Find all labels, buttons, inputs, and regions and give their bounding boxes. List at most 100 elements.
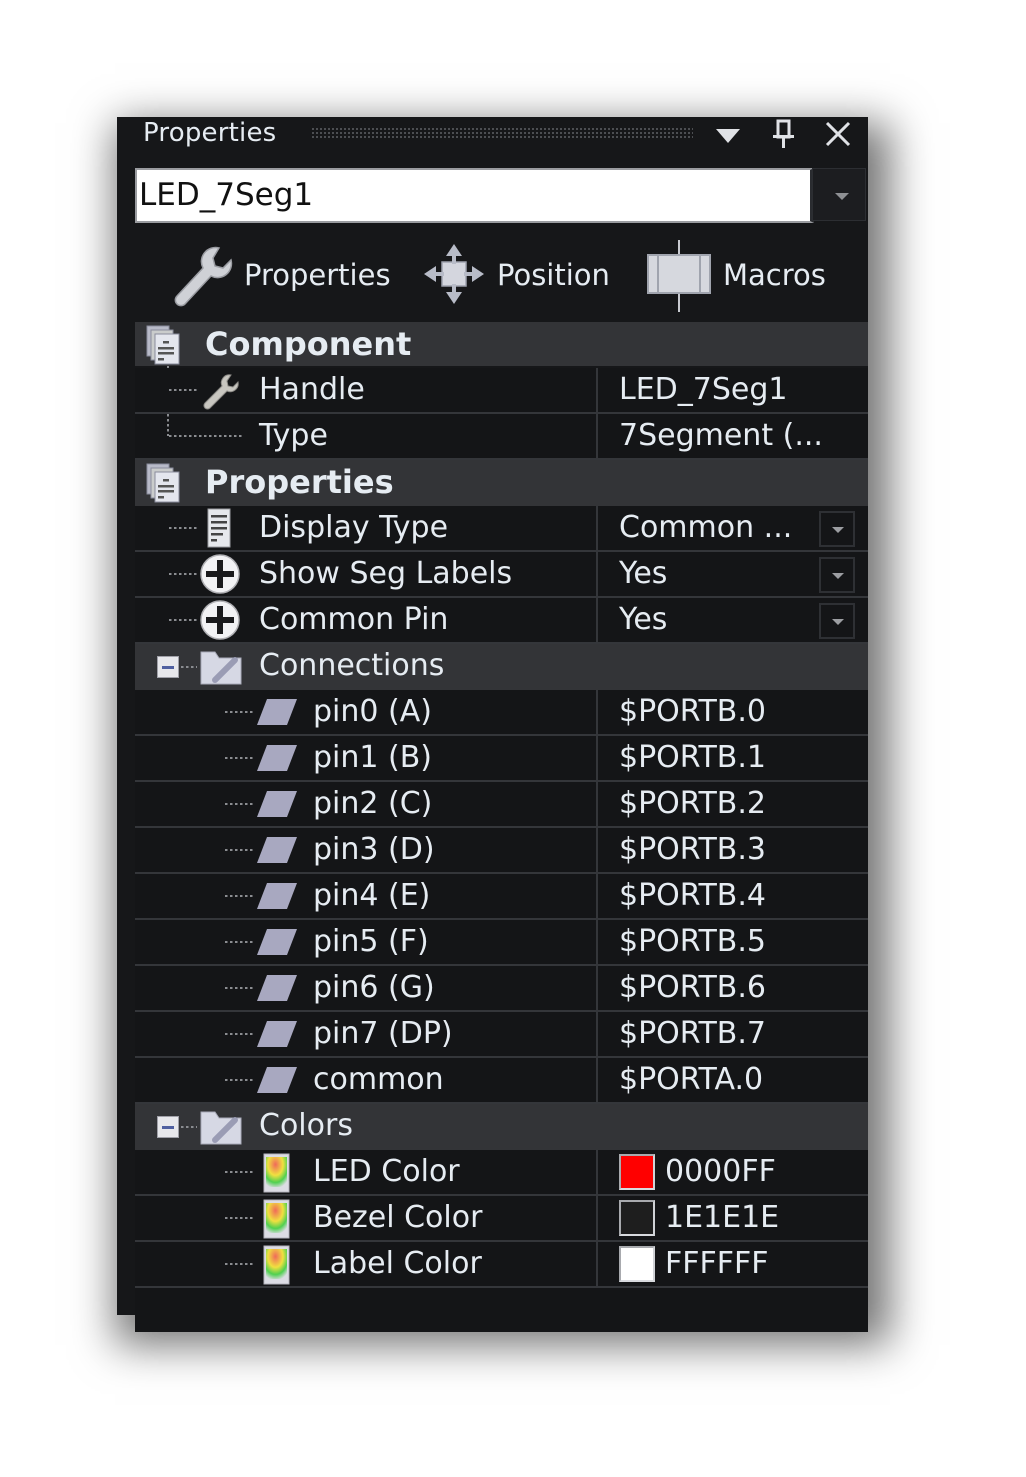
connection-row[interactable]: pin4 (E) $PORTB.4 xyxy=(135,874,868,920)
tree-line xyxy=(169,527,197,529)
close-button[interactable] xyxy=(821,117,855,151)
drag-grip[interactable] xyxy=(311,127,693,139)
tree-line xyxy=(167,414,169,436)
color-palette-icon xyxy=(263,1199,290,1239)
pin-icon xyxy=(773,119,794,148)
tab-position[interactable]: Position xyxy=(423,232,623,320)
category-label: Properties xyxy=(205,463,394,501)
property-value[interactable]: $PORTB.4 xyxy=(619,874,766,918)
category-connections[interactable]: Connections xyxy=(135,644,868,690)
component-selector-dropdown[interactable] xyxy=(812,168,866,221)
property-value[interactable]: FFFFFF xyxy=(665,1242,769,1286)
folder-wrench-icon xyxy=(200,651,242,685)
display-type-dropdown[interactable] xyxy=(819,511,855,547)
column-divider xyxy=(596,1150,598,1194)
property-name: Bezel Color xyxy=(313,1200,483,1235)
chevron-down-icon xyxy=(832,619,844,625)
chevron-down-icon xyxy=(835,193,849,200)
column-divider xyxy=(596,414,598,458)
property-value[interactable]: $PORTB.0 xyxy=(619,690,766,734)
property-name: pin4 (E) xyxy=(313,878,431,913)
tree-line xyxy=(169,389,197,391)
color-swatch[interactable] xyxy=(619,1200,655,1236)
pin-button[interactable] xyxy=(767,117,801,151)
category-properties[interactable]: Properties xyxy=(135,460,868,506)
connection-row[interactable]: pin0 (A) $PORTB.0 xyxy=(135,690,868,736)
property-value[interactable]: $PORTB.1 xyxy=(619,736,766,780)
empty-grid-area xyxy=(135,1288,868,1332)
property-name: Type xyxy=(259,418,328,453)
property-value[interactable]: Yes xyxy=(619,552,667,596)
property-value[interactable]: $PORTB.6 xyxy=(619,966,766,1010)
property-value[interactable]: $PORTB.7 xyxy=(619,1012,766,1056)
connection-row[interactable]: pin3 (D) $PORTB.3 xyxy=(135,828,868,874)
common-pin-dropdown[interactable] xyxy=(819,603,855,639)
color-swatch[interactable] xyxy=(619,1154,655,1190)
folder-wrench-icon xyxy=(200,1111,242,1145)
property-name: pin3 (D) xyxy=(313,832,435,867)
tab-properties[interactable]: Properties xyxy=(169,232,399,320)
property-row-handle[interactable]: Handle LED_7Seg1 xyxy=(135,368,868,414)
tree-line xyxy=(225,711,253,713)
tree-line xyxy=(181,666,197,668)
property-value[interactable]: 0000FF xyxy=(665,1150,776,1194)
property-name: pin2 (C) xyxy=(313,786,433,821)
column-divider xyxy=(596,1196,598,1240)
property-value[interactable]: 7Segment (... xyxy=(619,414,823,458)
property-value[interactable]: $PORTB.5 xyxy=(619,920,766,964)
column-divider xyxy=(596,552,598,596)
column-divider xyxy=(596,828,598,872)
properties-panel: Properties LED_7Seg1 Properties Position… xyxy=(117,117,868,1332)
connection-row[interactable]: pin6 (G) $PORTB.6 xyxy=(135,966,868,1012)
dropdown-arrow-icon xyxy=(716,129,740,143)
color-palette-icon xyxy=(263,1153,290,1193)
property-name: pin6 (G) xyxy=(313,970,435,1005)
color-row[interactable]: LED Color 0000FF xyxy=(135,1150,868,1196)
column-divider xyxy=(596,506,598,550)
panel-menu-button[interactable] xyxy=(711,117,745,151)
color-row[interactable]: Label Color FFFFFF xyxy=(135,1242,868,1288)
connection-row[interactable]: pin7 (DP) $PORTB.7 xyxy=(135,1012,868,1058)
property-row-display-type[interactable]: Display Type Common ... xyxy=(135,506,868,552)
property-value[interactable]: $PORTB.2 xyxy=(619,782,766,826)
property-row-type[interactable]: Type 7Segment (... xyxy=(135,414,868,460)
category-component[interactable]: Component xyxy=(135,322,868,366)
collapse-colors-button[interactable] xyxy=(157,1116,179,1138)
tree-line xyxy=(225,1263,253,1265)
show-seg-labels-dropdown[interactable] xyxy=(819,557,855,593)
collapse-connections-button[interactable] xyxy=(157,656,179,678)
property-row-show-seg-labels[interactable]: Show Seg Labels Yes xyxy=(135,552,868,598)
column-divider xyxy=(596,1058,598,1102)
property-value[interactable]: $PORTA.0 xyxy=(619,1058,763,1102)
tab-properties-label: Properties xyxy=(244,258,391,292)
chevron-down-icon xyxy=(832,527,844,533)
macro-panel-icon xyxy=(647,240,711,312)
tree-line xyxy=(225,941,253,943)
pin-connector-icon xyxy=(257,883,297,909)
color-swatch[interactable] xyxy=(619,1246,655,1282)
component-selector xyxy=(135,168,868,223)
tree-line xyxy=(225,849,253,851)
connection-row[interactable]: common $PORTA.0 xyxy=(135,1058,868,1104)
tab-macros[interactable]: Macros xyxy=(645,232,855,320)
property-value[interactable]: Common ... xyxy=(619,506,792,550)
connection-row[interactable]: pin2 (C) $PORTB.2 xyxy=(135,782,868,828)
connection-row[interactable]: pin5 (F) $PORTB.5 xyxy=(135,920,868,966)
category-colors[interactable]: Colors xyxy=(135,1104,868,1150)
chevron-down-icon xyxy=(832,573,844,579)
minus-icon xyxy=(162,1126,174,1129)
component-selector-input[interactable] xyxy=(135,168,814,223)
connection-row[interactable]: pin1 (B) $PORTB.1 xyxy=(135,736,868,782)
column-divider xyxy=(596,690,598,734)
panel-title: Properties xyxy=(143,118,277,148)
property-value[interactable]: LED_7Seg1 xyxy=(619,368,788,412)
property-name: Label Color xyxy=(313,1246,482,1281)
document-list-icon xyxy=(207,508,231,548)
property-value[interactable]: $PORTB.3 xyxy=(619,828,766,872)
color-row[interactable]: Bezel Color 1E1E1E xyxy=(135,1196,868,1242)
property-value[interactable]: Yes xyxy=(619,598,667,642)
property-name: pin1 (B) xyxy=(313,740,433,775)
property-value[interactable]: 1E1E1E xyxy=(665,1196,779,1240)
tree-line xyxy=(169,619,197,621)
property-row-common-pin[interactable]: Common Pin Yes xyxy=(135,598,868,644)
